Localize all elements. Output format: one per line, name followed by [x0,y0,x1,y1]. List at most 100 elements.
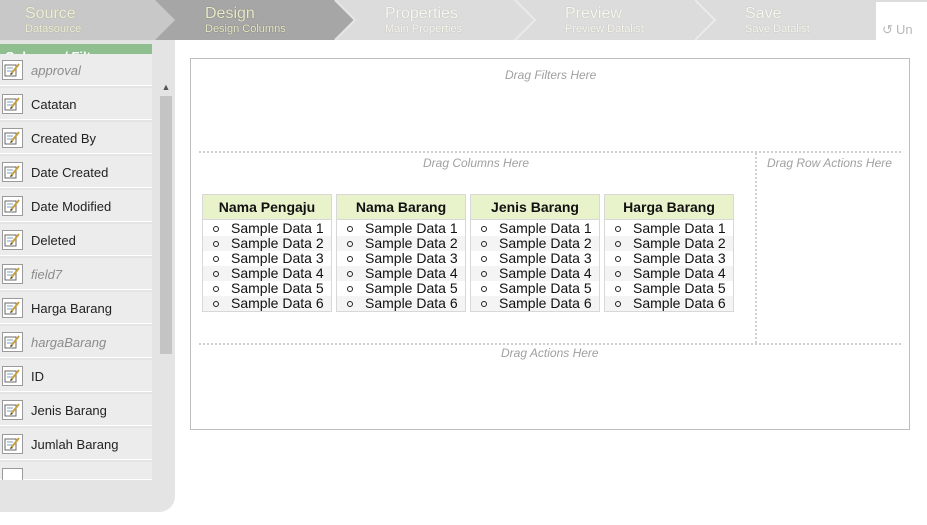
sample-data-item: Sample Data 1 [203,221,331,236]
edit-form-icon [2,434,23,454]
step-title: Save [745,5,782,22]
edit-form-icon [2,298,23,318]
sample-data-item: Sample Data 5 [337,281,465,296]
sample-data-item: Sample Data 3 [337,251,465,266]
palette-field-label: Date Created [31,165,109,180]
sample-data-item: Sample Data 4 [605,266,733,281]
datalist-column[interactable]: Nama Pengaju Sample Data 1 Sample Data 2 Sa… [202,194,332,312]
sample-data-item: Sample Data 3 [605,251,733,266]
step-subtitle: Save Datalist [745,23,810,35]
palette-field-label: Date Modified [31,199,112,214]
sample-data-item: Sample Data 1 [471,221,599,236]
step-subtitle: Preview Datalist [565,23,644,35]
edit-form-icon [2,332,23,352]
palette-field-item[interactable]: Jenis Barang [0,394,152,426]
palette-field-label: Jenis Barang [31,403,107,418]
palette-field-label: hargaBarang [31,335,107,350]
sample-data-item: Sample Data 2 [471,236,599,251]
filters-drop-zone[interactable]: Drag Filters Here [505,68,596,82]
palette-field-item[interactable]: ID [0,360,152,392]
palette-field-label: Catatan [31,97,77,112]
step-subtitle: Design Columns [205,23,286,35]
sample-data-item: Sample Data 4 [471,266,599,281]
datalist-column[interactable]: Nama Barang Sample Data 1 Sample Data 2 Sam… [336,194,466,312]
step-properties[interactable]: Properties Main Properties [385,0,462,40]
palette-field-label: Jumlah Barang [31,437,119,452]
palette-field-item[interactable]: Deleted [0,224,152,256]
palette-field-item[interactable]: hargaBarang [0,326,152,358]
sample-data-item: Sample Data 6 [605,296,733,311]
sample-data-item: Sample Data 2 [605,236,733,251]
datalist-column[interactable]: Jenis Barang Sample Data 1 Sample Data 2 Sa… [470,194,600,312]
design-canvas: Drag Filters Here Drag Columns Here Drag… [190,58,910,430]
columns-filters-palette: Columns / Filters approvalCatatanCreated… [0,40,175,512]
edit-form-icon [2,264,23,284]
palette-field-label: Created By [31,131,97,146]
sample-data-item: Sample Data 6 [203,296,331,311]
step-source[interactable]: Source Datasource [25,0,81,40]
columns-drop-zone[interactable]: Drag Columns Here [423,156,529,170]
edit-form-icon [2,230,23,250]
sample-data-list: Sample Data 1 Sample Data 2 Sample Data 3S… [605,221,733,311]
palette-field-item[interactable] [0,462,152,480]
palette-field-item[interactable]: Catatan [0,88,152,120]
palette-scrollbar[interactable]: ▲ ▼ [158,82,174,512]
palette-field-item[interactable]: Jumlah Barang [0,428,152,460]
arrow-up-icon[interactable]: ▲ [160,82,172,92]
step-design[interactable]: Design Design Columns [205,0,286,40]
step-title: Properties [385,5,458,22]
edit-form-icon [2,162,23,182]
undo-button[interactable]: ↺ Un [876,2,927,40]
column-header: Harga Barang [605,195,733,220]
divider [755,153,757,343]
sample-data-item: Sample Data 1 [605,221,733,236]
palette-field-label: Harga Barang [31,301,112,316]
step-subtitle: Datasource [25,23,82,35]
edit-form-icon [2,468,23,480]
step-preview[interactable]: Preview Preview Datalist [565,0,644,40]
palette-field-item[interactable]: Date Created [0,156,152,188]
palette-field-item[interactable]: Harga Barang [0,292,152,324]
actions-drop-zone[interactable]: Drag Actions Here [501,346,599,360]
sample-data-item: Sample Data 2 [203,236,331,251]
edit-form-icon [2,94,23,114]
column-header: Nama Pengaju [203,195,331,220]
sample-data-item: Sample Data 2 [337,236,465,251]
wizard-steps: Source Datasource Design Design Columns … [0,0,927,40]
datalist-column[interactable]: Harga Barang Sample Data 1 Sample Data 2 Sa… [604,194,734,312]
palette-field-item[interactable]: Date Modified [0,190,152,222]
palette-field-label: field7 [31,267,63,282]
sample-data-item: Sample Data 5 [203,281,331,296]
sample-data-item: Sample Data 6 [337,296,465,311]
palette-field-item[interactable]: Created By [0,122,152,154]
sample-data-item: Sample Data 6 [471,296,599,311]
step-save[interactable]: Save Save Datalist [745,0,810,40]
sample-data-list: Sample Data 1 Sample Data 2 Sample Data 3S… [337,221,465,311]
edit-form-icon [2,128,23,148]
palette-field-item[interactable]: approval [0,54,152,86]
sample-data-item: Sample Data 4 [337,266,465,281]
palette-field-item[interactable]: field7 [0,258,152,290]
palette-field-label: approval [31,63,81,78]
step-subtitle: Main Properties [385,23,463,35]
step-title: Source [25,5,76,22]
edit-form-icon [2,196,23,216]
sample-data-list: Sample Data 1 Sample Data 2 Sample Data 3S… [203,221,331,311]
sample-data-item: Sample Data 4 [203,266,331,281]
sample-data-item: Sample Data 1 [337,221,465,236]
row-actions-drop-zone[interactable]: Drag Row Actions Here [767,156,892,170]
edit-form-icon [2,60,23,80]
sample-data-item: Sample Data 5 [605,281,733,296]
column-header: Nama Barang [337,195,465,220]
scrollbar-thumb[interactable] [160,96,172,354]
undo-icon: ↺ [882,22,893,37]
column-header: Jenis Barang [471,195,599,220]
sample-data-item: Sample Data 5 [471,281,599,296]
palette-field-label: Deleted [31,233,76,248]
palette-field-label: ID [31,369,44,384]
step-title: Design [205,5,255,22]
step-title: Preview [565,5,622,22]
sample-data-item: Sample Data 3 [471,251,599,266]
edit-form-icon [2,400,23,420]
divider [199,343,901,345]
